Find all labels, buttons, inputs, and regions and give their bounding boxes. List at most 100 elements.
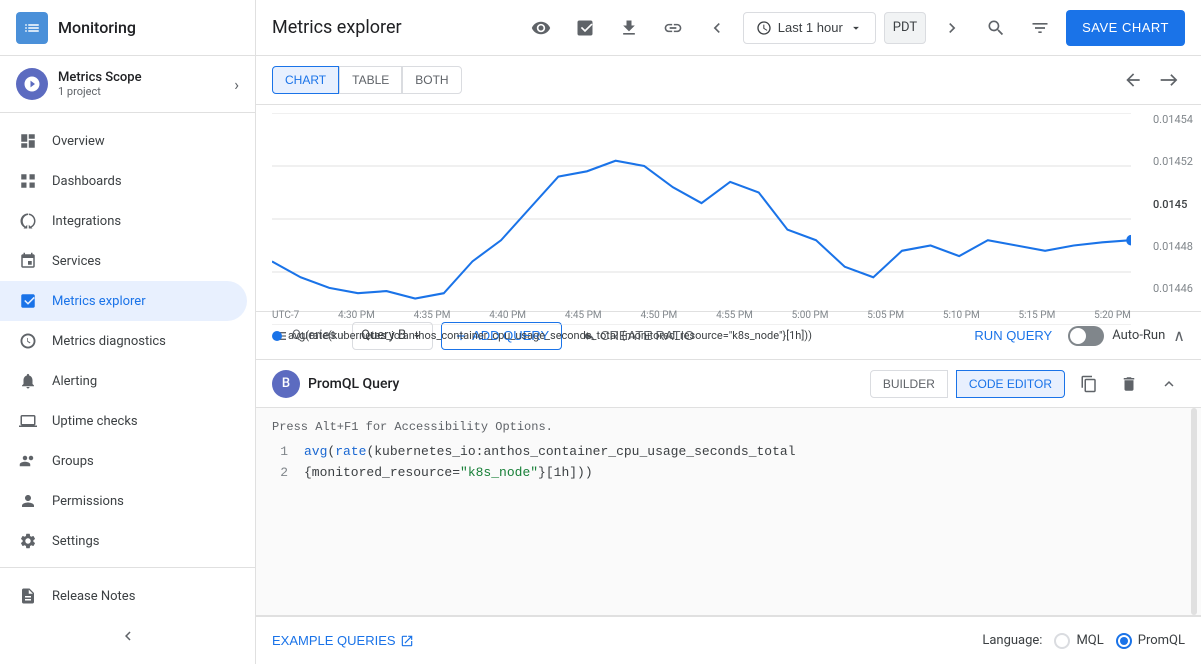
sidebar-item-overview[interactable]: Overview [0,121,247,161]
sidebar-item-services-label: Services [52,254,101,269]
save-chart-button[interactable]: SAVE CHART [1066,10,1185,46]
example-queries-button[interactable]: EXAMPLE QUERIES [272,633,414,648]
code-content-1: avg(rate(kubernetes_io:anthos_container_… [304,442,796,463]
code-line-1: 1 avg(rate(kubernetes_io:anthos_containe… [272,442,1185,463]
scope-avatar [16,68,48,100]
sidebar-item-dashboards-label: Dashboards [52,174,122,189]
line-num-1: 1 [272,442,288,463]
promql-radio[interactable] [1116,633,1132,649]
uptime-checks-icon [16,409,40,433]
sidebar-collapse-button[interactable] [0,616,255,656]
chart-tab-table[interactable]: TABLE [339,66,402,94]
main-content: Metrics explorer Last 1 hour PDT [256,0,1201,664]
sidebar-item-release-notes[interactable]: Release Notes [0,576,247,616]
x-label-7: 5:00 PM [792,310,829,321]
promql-radio-group: PromQL [1116,633,1185,649]
promql-label: PromQL [1138,633,1185,648]
alerting-icon [16,369,40,393]
mql-label: MQL [1076,633,1103,648]
sidebar-item-integrations[interactable]: Integrations [0,201,247,241]
x-label-3: 4:40 PM [489,310,526,321]
content-area: CHART TABLE BOTH 0.01454 [256,56,1201,664]
x-label-2: 4:35 PM [414,310,451,321]
sidebar-item-alerting[interactable]: Alerting [0,361,247,401]
sidebar-item-services[interactable]: Services [0,241,247,281]
scope-info: Metrics Scope 1 project [58,70,234,98]
toolbar-next-icon[interactable] [934,10,970,46]
sidebar-item-metrics-diagnostics[interactable]: Metrics diagnostics [0,321,247,361]
legend-dot [272,331,282,341]
collapse-query-button[interactable] [1153,368,1185,400]
scope-title: Metrics Scope [58,70,234,85]
chart-section: CHART TABLE BOTH 0.01454 [256,56,1201,312]
sidebar-item-integrations-label: Integrations [52,214,121,229]
code-editor-button[interactable]: CODE EDITOR [956,370,1065,398]
toolbar-prev-icon[interactable] [699,10,735,46]
auto-run-track[interactable] [1068,326,1104,346]
toolbar-download-icon[interactable] [611,10,647,46]
metrics-scope-item[interactable]: Metrics Scope 1 project › [0,56,255,113]
x-label-4: 4:45 PM [565,310,602,321]
metrics-explorer-icon [16,289,40,313]
app-title: Monitoring [58,18,136,37]
toolbar-link-icon[interactable] [655,10,691,46]
query-badge: B [272,370,300,398]
code-content-2: {monitored_resource="k8s_node"}[1h])) [304,463,593,484]
chart-tab-both[interactable]: BOTH [402,66,461,94]
settings-icon [16,529,40,553]
dashboards-icon [16,169,40,193]
sidebar-item-metrics-diagnostics-label: Metrics diagnostics [52,334,166,349]
page-title: Metrics explorer [272,17,515,38]
example-queries-label: EXAMPLE QUERIES [272,633,396,648]
x-label-8: 5:05 PM [867,310,904,321]
external-link-icon [400,634,414,648]
chart-panel-toggle[interactable] [1153,64,1185,96]
sidebar-item-permissions[interactable]: Permissions [0,481,247,521]
query-panel: B PromQL Query BUILDER CODE EDITOR Press… [256,360,1201,616]
sidebar-item-overview-label: Overview [52,134,105,149]
scope-expand-arrow: › [234,75,239,94]
accessibility-hint: Press Alt+F1 for Accessibility Options. [272,420,1185,434]
sidebar-item-settings[interactable]: Settings [0,521,247,561]
sidebar-item-groups-label: Groups [52,454,94,469]
legend-text: avg(rate(kubernetes_io:anthos_container_… [288,329,812,342]
sidebar-item-release-notes-label: Release Notes [52,589,135,604]
sidebar-nav: Overview Dashboards Integrations Service… [0,113,255,567]
mql-radio[interactable] [1054,633,1070,649]
chart-svg [256,105,1201,325]
scope-subtitle: 1 project [58,85,234,98]
x-axis: UTC-7 4:30 PM 4:35 PM 4:40 PM 4:45 PM 4:… [272,310,1131,321]
chart-legend: avg(rate(kubernetes_io:anthos_container_… [256,325,1201,350]
sidebar-item-permissions-label: Permissions [52,494,124,509]
toolbar-filter-icon[interactable] [1022,10,1058,46]
x-label-0: UTC-7 [272,310,299,321]
x-label-6: 4:55 PM [716,310,753,321]
integrations-icon [16,209,40,233]
chart-graph-area: 0.01454 0.01452 0.0145 0.01448 0.01446 [256,105,1201,325]
chart-tab-chart[interactable]: CHART [272,66,339,94]
code-line-2: 2 {monitored_resource="k8s_node"}[1h])) [272,463,1185,484]
toolbar-search-icon[interactable] [978,10,1014,46]
bottom-bar: EXAMPLE QUERIES Language: MQL PromQL [256,616,1201,664]
sidebar-item-metrics-explorer[interactable]: Metrics explorer [0,281,247,321]
query-editor[interactable]: Press Alt+F1 for Accessibility Options. … [256,408,1201,615]
toolbar-icon-1[interactable] [523,10,559,46]
release-notes-icon [16,584,40,608]
topbar: Metrics explorer Last 1 hour PDT [256,0,1201,56]
delete-query-button[interactable] [1113,368,1145,400]
sidebar-item-uptime-checks[interactable]: Uptime checks [0,401,247,441]
sidebar-item-groups[interactable]: Groups [0,441,247,481]
x-label-11: 5:20 PM [1094,310,1131,321]
time-range-button[interactable]: Last 1 hour [743,12,876,44]
sidebar-item-dashboards[interactable]: Dashboards [0,161,247,201]
toolbar-add-icon[interactable] [567,10,603,46]
sidebar-item-metrics-explorer-label: Metrics explorer [52,294,146,309]
chart-collapse-button[interactable] [1117,64,1149,96]
copy-query-button[interactable] [1073,368,1105,400]
sidebar-item-uptime-checks-label: Uptime checks [52,414,138,429]
editor-scrollbar[interactable] [1191,408,1197,615]
monitoring-logo [16,12,48,44]
builder-button[interactable]: BUILDER [870,370,948,398]
language-selector: Language: MQL PromQL [982,633,1185,649]
sidebar-item-settings-label: Settings [52,534,99,549]
